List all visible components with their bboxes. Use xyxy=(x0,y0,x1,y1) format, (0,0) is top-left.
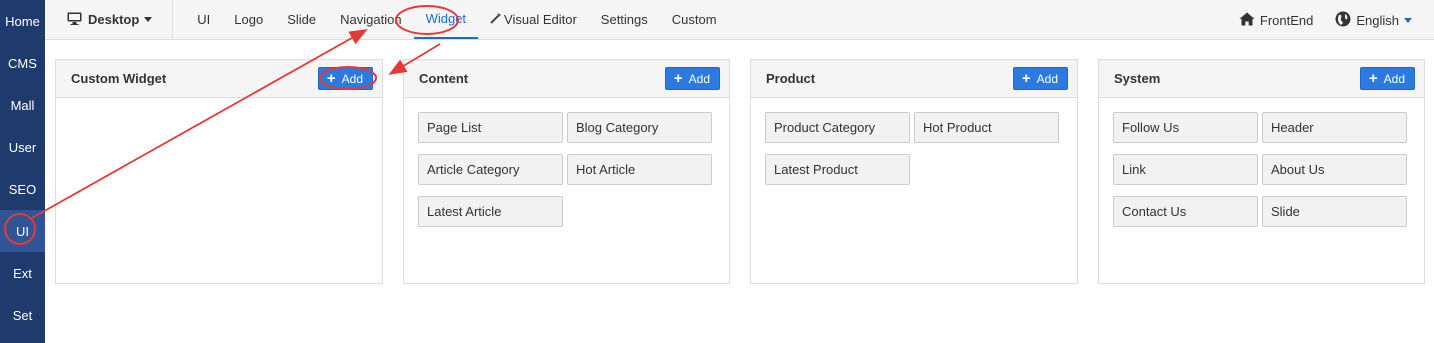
sidebar-item-label: Home xyxy=(5,13,40,29)
tab-label: Visual Editor xyxy=(504,12,577,27)
caret-down-icon xyxy=(144,17,153,22)
monitor-icon xyxy=(67,12,88,28)
tab-label: Custom xyxy=(671,12,717,27)
app-window: Home CMS Mall User SEO UI Ext Set Deskto… xyxy=(0,0,1434,343)
panel-header: Product + Add xyxy=(751,60,1077,98)
widget-follow-us[interactable]: Follow Us xyxy=(1113,112,1258,143)
panel-system: System + Add Follow Us Header Link About… xyxy=(1098,59,1425,284)
widget-contact-us[interactable]: Contact Us xyxy=(1113,196,1258,227)
add-product-widget-button[interactable]: + Add xyxy=(1012,67,1068,90)
panel-body: Follow Us Header Link About Us Contact U… xyxy=(1099,98,1424,241)
tab-ui[interactable]: UI xyxy=(185,0,222,39)
sidebar-item-cms[interactable]: CMS xyxy=(0,42,45,84)
tab-logo[interactable]: Logo xyxy=(222,0,275,39)
tab-slide[interactable]: Slide xyxy=(275,0,328,39)
sidebar-item-label: User xyxy=(8,139,37,155)
tab-widget[interactable]: Widget xyxy=(413,0,479,39)
sidebar-item-label: Ext xyxy=(13,265,32,281)
sidebar-item-label: Set xyxy=(12,307,33,323)
caret-down-icon xyxy=(1404,17,1412,23)
widget-product-category[interactable]: Product Category xyxy=(765,112,910,143)
panel-title: Content xyxy=(419,71,469,86)
widget-hot-article[interactable]: Hot Article xyxy=(567,154,712,185)
tab-label: Navigation xyxy=(340,12,402,27)
widget-header[interactable]: Header xyxy=(1262,112,1407,143)
panel-title: Custom Widget xyxy=(71,71,167,86)
sidebar: Home CMS Mall User SEO UI Ext Set xyxy=(0,0,45,343)
top-right-menu: FrontEnd English xyxy=(1239,0,1434,40)
language-label: English xyxy=(1356,12,1399,28)
sidebar-item-set[interactable]: Set xyxy=(0,294,45,336)
frontend-link[interactable]: FrontEnd xyxy=(1239,12,1335,29)
magic-wand-icon xyxy=(490,12,504,27)
add-system-widget-button[interactable]: + Add xyxy=(1359,67,1415,90)
add-content-widget-button[interactable]: + Add xyxy=(664,67,720,90)
plus-icon: + xyxy=(1021,70,1031,87)
globe-icon xyxy=(1335,11,1356,30)
tab-navigation[interactable]: Navigation xyxy=(328,0,413,39)
plus-icon: + xyxy=(326,70,336,87)
sidebar-item-label: UI xyxy=(16,223,29,239)
add-label: Add xyxy=(688,71,710,86)
panel-header: Content + Add xyxy=(404,60,729,98)
widget-blog-category[interactable]: Blog Category xyxy=(567,112,712,143)
panel-title: System xyxy=(1114,71,1161,86)
panel-body: Product Category Hot Product Latest Prod… xyxy=(751,98,1077,199)
sidebar-item-mall[interactable]: Mall xyxy=(0,84,45,126)
tab-label: UI xyxy=(197,12,211,27)
widget-about-us[interactable]: About Us xyxy=(1262,154,1407,185)
widget-hot-product[interactable]: Hot Product xyxy=(914,112,1059,143)
panel-body xyxy=(56,98,382,126)
widget-page-list[interactable]: Page List xyxy=(418,112,563,143)
widget-article-category[interactable]: Article Category xyxy=(418,154,563,185)
home-icon xyxy=(1239,12,1260,29)
sidebar-item-label: SEO xyxy=(8,181,37,197)
sidebar-item-seo[interactable]: SEO xyxy=(0,168,45,210)
widget-latest-product[interactable]: Latest Product xyxy=(765,154,910,185)
panel-header: System + Add xyxy=(1099,60,1424,98)
sidebar-item-ext[interactable]: Ext xyxy=(0,252,45,294)
panel-header: Custom Widget + Add xyxy=(56,60,382,98)
panel-content: Content + Add Page List Blog Category Ar… xyxy=(403,59,730,284)
sidebar-item-user[interactable]: User xyxy=(0,126,45,168)
device-label: Desktop xyxy=(88,12,140,27)
top-nav: UI Logo Slide Navigation Widget Visual E… xyxy=(173,0,728,39)
tab-visual-editor[interactable]: Visual Editor xyxy=(478,0,589,39)
panel-body: Page List Blog Category Article Category… xyxy=(404,98,729,241)
panel-title: Product xyxy=(766,71,816,86)
tab-label: Widget xyxy=(425,11,467,26)
widget-slide[interactable]: Slide xyxy=(1262,196,1407,227)
add-label: Add xyxy=(1383,71,1405,86)
frontend-label: FrontEnd xyxy=(1259,12,1314,28)
panel-product: Product + Add Product Category Hot Produ… xyxy=(750,59,1078,284)
tab-label: Settings xyxy=(600,12,648,27)
widget-link[interactable]: Link xyxy=(1113,154,1258,185)
plus-icon: + xyxy=(673,70,683,87)
tab-custom[interactable]: Custom xyxy=(660,0,729,39)
panel-custom-widget: Custom Widget + Add xyxy=(55,59,383,284)
tab-label: Slide xyxy=(287,12,317,27)
tab-settings[interactable]: Settings xyxy=(589,0,660,39)
sidebar-item-ui[interactable]: UI xyxy=(0,210,45,252)
add-label: Add xyxy=(341,71,363,86)
top-navbar: Desktop UI Logo Slide Navigation Widget … xyxy=(45,0,1434,40)
device-selector[interactable]: Desktop xyxy=(45,0,174,39)
language-selector[interactable]: English xyxy=(1335,11,1434,30)
sidebar-item-label: Mall xyxy=(10,97,35,113)
add-label: Add xyxy=(1036,71,1058,86)
widget-latest-article[interactable]: Latest Article xyxy=(418,196,563,227)
plus-icon: + xyxy=(1368,70,1378,87)
tab-label: Logo xyxy=(234,12,264,27)
sidebar-item-home[interactable]: Home xyxy=(0,0,45,42)
sidebar-item-label: CMS xyxy=(8,55,37,71)
add-custom-widget-button[interactable]: + Add xyxy=(317,67,373,90)
